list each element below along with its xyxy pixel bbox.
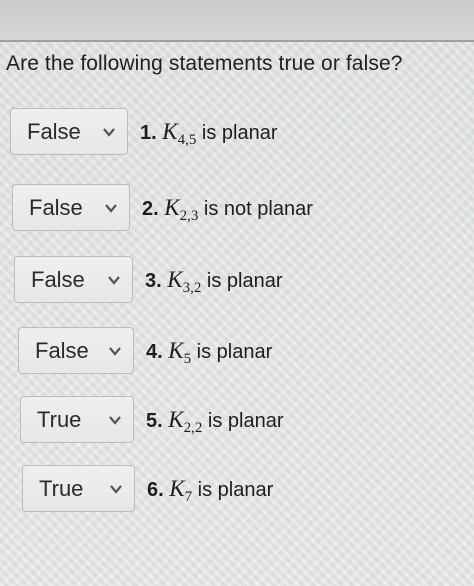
statement-row-6: True 6. K7 is planar [22,465,273,512]
statement-row-4: False 4. K5 is planar [18,327,272,374]
answer-select-6[interactable]: True [22,465,135,512]
statement-text: 6. K7 is planar [147,475,274,505]
select-value: False [29,194,83,220]
statement-text: 4. K5 is planar [146,337,273,367]
statement-row-3: False 3. K3,2 is planar [14,256,283,303]
statement-text: 5. K2,2 is planar [146,406,284,436]
select-value: True [39,475,84,501]
answer-select-4[interactable]: False [18,327,134,374]
chevron-down-icon [107,345,123,357]
chevron-down-icon [101,126,117,138]
question-text: Are the following statements true or fal… [6,52,403,75]
statement-row-5: True 5. K2,2 is planar [20,396,284,443]
chevron-down-icon [103,202,119,214]
chevron-down-icon [108,483,124,495]
select-value: False [27,118,81,144]
answer-select-2[interactable]: False [12,184,130,231]
statement-text: 1. K4,5 is planar [140,118,278,148]
chevron-down-icon [107,414,123,426]
top-banner [0,0,474,40]
divider [0,40,474,42]
statement-text: 3. K3,2 is planar [145,266,283,296]
select-value: True [37,406,82,432]
answer-select-5[interactable]: True [20,396,134,443]
statement-text: 2. K2,3 is not planar [142,194,313,224]
answer-select-1[interactable]: False [10,108,128,155]
statement-row-1: False 1. K4,5 is planar [10,108,278,155]
select-value: False [35,337,89,363]
statement-row-2: False 2. K2,3 is not planar [12,184,313,231]
select-value: False [31,266,85,292]
answer-select-3[interactable]: False [14,256,133,303]
chevron-down-icon [106,274,122,286]
